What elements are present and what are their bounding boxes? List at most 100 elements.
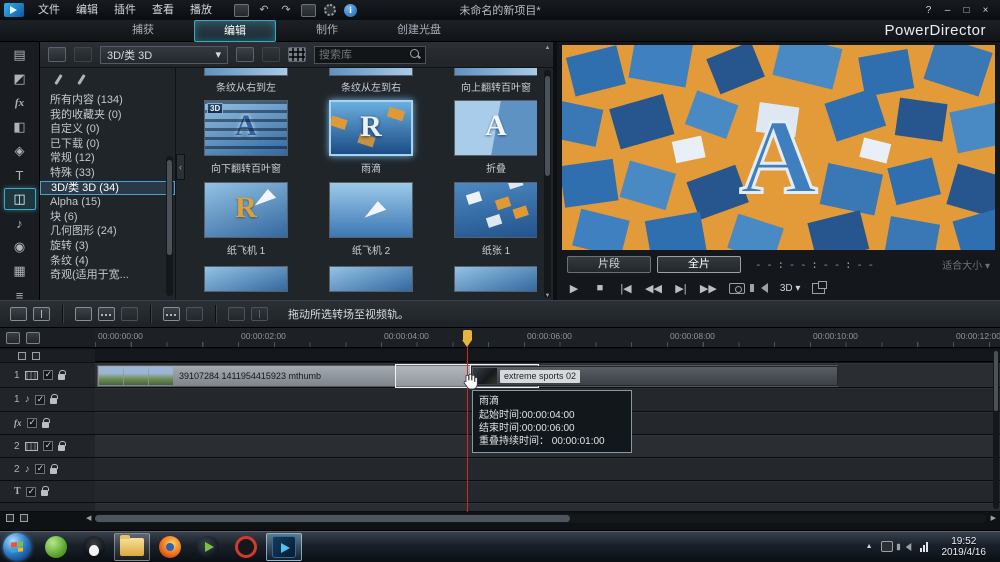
category-scrollbar[interactable] [166, 156, 173, 296]
screen-record-icon[interactable] [301, 3, 316, 17]
thumb-partial[interactable] [204, 68, 288, 76]
thumb-partial[interactable] [454, 266, 537, 292]
detach-preview-icon[interactable] [812, 280, 828, 294]
timeline-clip-sports[interactable]: extreme sports 02 [471, 366, 838, 386]
track-manager-icon[interactable] [6, 331, 20, 344]
category-3d[interactable]: 3D/类 3D (34) [40, 180, 175, 196]
track-enable-checkbox[interactable] [34, 463, 45, 474]
category-general[interactable]: 常规 (12) [40, 151, 175, 166]
taskbar-qq[interactable] [76, 533, 112, 561]
menu-play[interactable]: 播放 [182, 0, 220, 20]
menu-edit[interactable]: 编辑 [68, 0, 106, 20]
chapter-room-icon[interactable]: ▦ [4, 260, 36, 282]
thumbnail-view-icon[interactable] [288, 47, 306, 62]
timeline-horizontal-scrollbar[interactable] [95, 514, 986, 523]
search-input[interactable] [319, 48, 410, 61]
track-enable-checkbox[interactable] [42, 440, 53, 451]
transition-thumb-raindrop[interactable]: R [329, 100, 413, 156]
menu-view[interactable]: 查看 [144, 0, 182, 20]
marker-icon[interactable] [32, 351, 40, 360]
playhead-line[interactable] [467, 346, 468, 512]
grid-scrollbar[interactable]: ▲ ▼ [544, 45, 551, 299]
timeline-tool-1[interactable] [10, 307, 27, 321]
undo-icon[interactable]: ↶ [257, 4, 271, 17]
tray-network-icon[interactable] [919, 541, 928, 552]
download-content-icon[interactable] [48, 47, 66, 62]
thumb-partial[interactable] [454, 68, 537, 76]
tab-produce[interactable]: 制作 [286, 20, 368, 42]
scroll-right-arrow[interactable]: ▶ [991, 515, 996, 523]
start-button[interactable] [3, 532, 31, 561]
category-special[interactable]: 特殊 (33) [40, 166, 175, 181]
show-hidden-icons[interactable]: ▲ [866, 543, 873, 550]
collapse-categories-button[interactable]: ‹ [176, 154, 185, 180]
taskbar-media-red[interactable] [228, 533, 264, 561]
category-block[interactable]: 块 (6) [40, 210, 175, 225]
transition-thumb-blinds-down[interactable]: 3D A [204, 100, 288, 156]
audio-mix-room-icon[interactable]: ♪ [4, 212, 36, 234]
library-search[interactable] [314, 45, 426, 64]
track-enable-checkbox[interactable] [25, 486, 36, 497]
audio-track-2-lane[interactable] [95, 458, 1000, 481]
voice-room-icon[interactable]: ◉ [4, 236, 36, 258]
overlay-room-icon[interactable]: ◧ [4, 116, 36, 138]
help-button[interactable]: ? [920, 3, 937, 18]
edit-pen-icon-2[interactable] [75, 74, 88, 87]
tab-capture[interactable]: 捕获 [102, 20, 184, 42]
category-dropdown[interactable]: 3D/类 3D ▾ [100, 45, 228, 64]
title-room-icon[interactable]: T [4, 164, 36, 186]
timeline-tool-2[interactable] [75, 307, 92, 321]
split-clip-icon[interactable] [33, 307, 50, 321]
taskbar-clock[interactable]: 19:52 2019/4/16 [936, 536, 993, 558]
snapshot-camera-icon[interactable] [728, 282, 745, 294]
playhead-handle[interactable] [463, 330, 472, 340]
track-enable-checkbox[interactable] [42, 369, 53, 380]
track-enable-checkbox[interactable] [34, 394, 45, 405]
fast-forward-button[interactable]: ▶▶ [700, 282, 717, 295]
close-button[interactable]: × [977, 3, 994, 18]
about-info-icon[interactable]: i [344, 3, 357, 17]
edit-pen-icon[interactable] [52, 74, 65, 87]
lock-icon[interactable] [41, 417, 50, 428]
lock-icon[interactable] [49, 463, 58, 474]
adjust-room-icon[interactable]: ◩ [4, 68, 36, 90]
3d-mode-dropdown[interactable]: 3D ▾ [780, 283, 801, 294]
transition-thumb-plane2[interactable] [329, 182, 413, 238]
particle-room-icon[interactable]: ◈ [4, 140, 36, 162]
category-rotate[interactable]: 旋转 (3) [40, 239, 175, 254]
category-custom[interactable]: 自定义 (0) [40, 122, 175, 137]
thumb-partial[interactable] [204, 266, 288, 292]
taskbar-powerdirector[interactable] [266, 532, 302, 561]
media-room-icon[interactable]: ▤ [4, 44, 36, 66]
taskbar-firefox[interactable] [152, 533, 188, 561]
settings-gear-icon[interactable] [324, 4, 336, 16]
transition-thumb-plane1[interactable]: R [204, 182, 288, 238]
taskbar-browser-green[interactable] [38, 533, 74, 561]
timeline-tool-5[interactable] [163, 307, 180, 321]
category-geometry[interactable]: 几何图形 (24) [40, 224, 175, 239]
category-wipe[interactable]: 奇观(适用于宽... [40, 268, 175, 283]
thumb-partial[interactable] [329, 68, 413, 76]
transition-thumb-fold[interactable]: A [454, 100, 537, 156]
minimize-button[interactable]: – [939, 3, 956, 18]
capture-tool-icon[interactable] [234, 3, 249, 17]
timeline-tool-3[interactable] [98, 307, 115, 321]
maximize-button[interactable]: □ [958, 3, 975, 18]
menu-file[interactable]: 文件 [30, 0, 68, 20]
category-alpha[interactable]: Alpha (15) [40, 195, 175, 210]
timeline-ruler[interactable]: 00:00:00:00 00:00:02:00 00:00:04:00 00:0… [95, 328, 1000, 348]
play-button[interactable]: ▶ [567, 282, 581, 295]
taskbar-media-green[interactable] [190, 533, 226, 561]
next-frame-button[interactable]: ▶| [674, 282, 688, 295]
new-folder-icon[interactable] [236, 47, 254, 62]
transition-room-icon[interactable]: ◫ [3, 188, 36, 210]
volume-speaker-icon[interactable] [749, 283, 768, 293]
stop-button[interactable]: ■ [593, 282, 607, 294]
lock-icon[interactable] [49, 394, 58, 404]
title-track-lane[interactable] [95, 481, 1000, 503]
lock-icon[interactable] [57, 369, 66, 380]
category-favorites[interactable]: 我的收藏夹 (0) [40, 108, 175, 123]
timeline-view-icon[interactable] [26, 331, 40, 344]
movie-mode-button[interactable]: 全片 [657, 255, 741, 273]
effect-room-icon[interactable]: fx [4, 92, 36, 114]
